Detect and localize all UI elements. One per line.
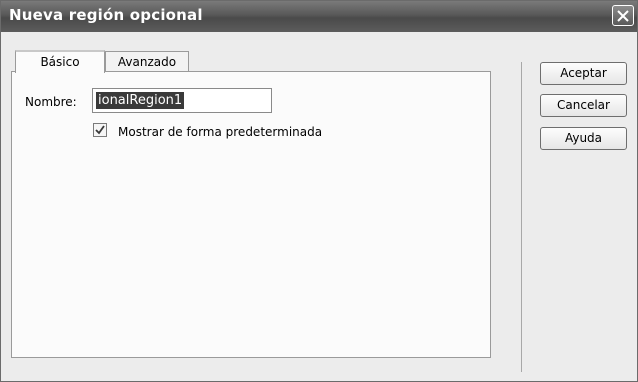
show-default-label[interactable]: Mostrar de forma predeterminada <box>118 125 322 139</box>
dialog-body: Básico Avanzado Nombre: ionalRegion1 Mos… <box>1 32 637 381</box>
name-input[interactable]: ionalRegion1 <box>92 88 272 113</box>
tab-avanzado-label: Avanzado <box>117 55 177 69</box>
dialog-window: Nueva región opcional Básico Avanzado No… <box>0 0 638 382</box>
title-bar[interactable]: Nueva región opcional <box>1 1 637 32</box>
name-label: Nombre: <box>25 95 77 109</box>
close-button[interactable] <box>612 5 634 26</box>
dialog-title: Nueva región opcional <box>9 6 203 24</box>
tab-basico-label: Básico <box>40 55 80 69</box>
help-button[interactable]: Ayuda <box>540 127 627 150</box>
tab-panel <box>11 71 491 358</box>
close-icon <box>617 10 629 22</box>
tab-avanzado[interactable]: Avanzado <box>105 51 189 73</box>
show-default-checkbox[interactable] <box>93 123 107 137</box>
cancel-button[interactable]: Cancelar <box>540 94 627 117</box>
name-input-value: ionalRegion1 <box>96 92 185 109</box>
vertical-divider <box>521 62 522 372</box>
tab-basico[interactable]: Básico <box>15 50 105 73</box>
ok-button[interactable]: Aceptar <box>540 62 627 85</box>
checkmark-icon <box>95 125 105 135</box>
